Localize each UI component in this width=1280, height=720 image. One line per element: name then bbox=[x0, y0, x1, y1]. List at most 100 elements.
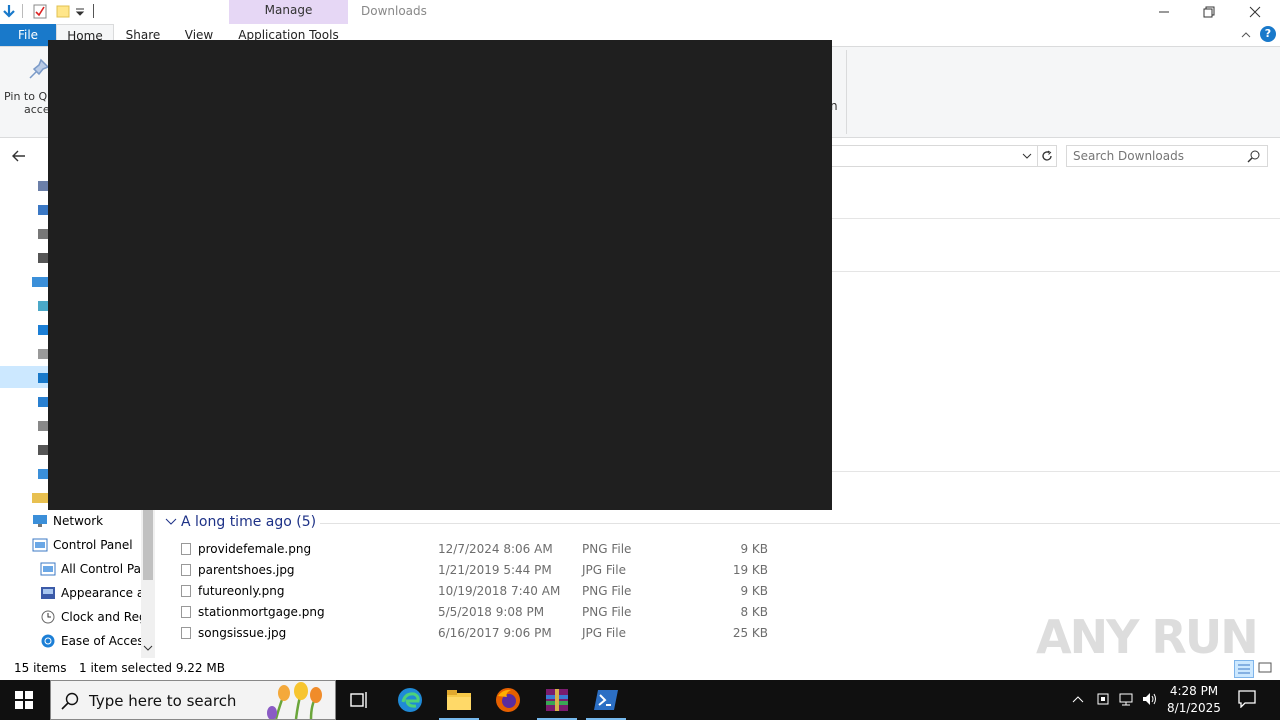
close-button[interactable] bbox=[1232, 0, 1278, 24]
nav-item-label: Clock and Regi bbox=[61, 610, 141, 624]
group-header-line bbox=[320, 523, 1280, 524]
appearance-icon bbox=[41, 587, 55, 599]
tulips-graphic-icon bbox=[267, 682, 322, 719]
file-size: 8 KB bbox=[740, 605, 768, 619]
pictures-icon bbox=[38, 421, 48, 431]
videos-icon bbox=[38, 445, 48, 455]
clock-date: 8/1/2025 bbox=[1167, 701, 1221, 715]
status-selection: 1 item selected 9.22 MB bbox=[79, 661, 225, 675]
file-row[interactable]: stationmortgage.png 5/5/2018 9:08 PM PNG… bbox=[178, 602, 778, 623]
nav-strip-icon bbox=[38, 229, 48, 239]
file-date: 10/19/2018 7:40 AM bbox=[438, 584, 561, 598]
file-type: JPG File bbox=[582, 563, 626, 577]
nav-item-label: Control Panel bbox=[53, 538, 133, 552]
details-view-icon bbox=[1238, 664, 1250, 674]
image-file-icon bbox=[181, 543, 191, 555]
image-file-icon bbox=[181, 606, 191, 618]
restore-button[interactable] bbox=[1186, 0, 1232, 24]
restore-icon bbox=[1203, 6, 1215, 18]
qat-separator bbox=[93, 4, 94, 18]
file-name: providefemale.png bbox=[198, 542, 312, 556]
edge-icon bbox=[398, 688, 422, 712]
nav-scrollbar-thumb[interactable] bbox=[143, 510, 153, 580]
show-hidden-icons-icon[interactable] bbox=[1072, 694, 1084, 704]
status-item-count: 15 items bbox=[14, 661, 67, 675]
status-bar: 15 items 1 item selected 9.22 MB bbox=[0, 658, 1280, 680]
image-file-icon bbox=[181, 627, 191, 639]
local-disk-icon bbox=[38, 469, 48, 479]
taskbar-clock[interactable]: 4:28 PM 8/1/2025 bbox=[1162, 683, 1226, 717]
nav-item-network[interactable]: Network bbox=[32, 510, 142, 532]
device-icon[interactable] bbox=[1096, 692, 1110, 706]
properties-icon[interactable] bbox=[33, 4, 47, 19]
search-box[interactable] bbox=[1066, 145, 1268, 167]
this-pc-icon bbox=[32, 277, 48, 287]
file-name: songsissue.jpg bbox=[198, 626, 287, 640]
winrar-taskbar-button[interactable] bbox=[533, 680, 581, 720]
window-title: Downloads bbox=[361, 4, 427, 18]
minimize-button[interactable] bbox=[1141, 0, 1187, 24]
file-row[interactable]: parentshoes.jpg 1/21/2019 5:44 PM JPG Fi… bbox=[178, 560, 778, 581]
nav-item-appearance[interactable]: Appearance an bbox=[40, 582, 141, 604]
new-folder-icon[interactable] bbox=[56, 4, 70, 18]
file-explorer-taskbar-button[interactable] bbox=[435, 680, 483, 720]
pin-icon[interactable] bbox=[28, 58, 50, 82]
file-row[interactable]: songsissue.jpg 6/16/2017 9:06 PM JPG Fil… bbox=[178, 623, 778, 644]
file-row[interactable]: futureonly.png 10/19/2018 7:40 AM PNG Fi… bbox=[178, 581, 778, 602]
group-header[interactable]: A long time ago (5) bbox=[165, 514, 316, 530]
large-icons-view-button[interactable] bbox=[1257, 660, 1275, 678]
file-name: futureonly.png bbox=[198, 584, 285, 598]
file-type: PNG File bbox=[582, 584, 632, 598]
nav-item-label: Ease of Access bbox=[61, 634, 141, 648]
windows-logo-icon bbox=[15, 691, 33, 709]
nav-item-control-panel[interactable]: Control Panel bbox=[32, 534, 142, 556]
minimize-icon bbox=[1159, 11, 1169, 13]
nav-item-all-control-panel[interactable]: All Control Par bbox=[40, 558, 141, 580]
details-view-button[interactable] bbox=[1234, 660, 1254, 678]
file-name: parentshoes.jpg bbox=[198, 563, 295, 577]
documents-icon bbox=[38, 349, 48, 359]
music-icon bbox=[38, 397, 48, 407]
network-status-icon[interactable] bbox=[1118, 692, 1134, 706]
group-header-label: A long time ago (5) bbox=[181, 514, 317, 530]
close-icon bbox=[1249, 6, 1261, 18]
folder-icon bbox=[447, 690, 471, 710]
nav-item-ease-of-access[interactable]: Ease of Access bbox=[40, 630, 141, 652]
pin-to-quick-access-label[interactable]: Pin to Q acce bbox=[4, 90, 52, 116]
task-view-button[interactable] bbox=[336, 680, 384, 720]
pin-label-line1: Pin to Q bbox=[4, 90, 48, 103]
nav-strip-icon bbox=[38, 253, 48, 263]
clock-time: 4:28 PM bbox=[1169, 684, 1219, 698]
refresh-button[interactable] bbox=[1037, 145, 1057, 167]
search-input[interactable] bbox=[1073, 149, 1243, 163]
image-file-icon bbox=[181, 585, 191, 597]
nav-item-label: Network bbox=[53, 514, 104, 528]
powershell-taskbar-button[interactable] bbox=[582, 680, 630, 720]
notifications-icon[interactable] bbox=[1238, 690, 1256, 708]
file-size: 9 KB bbox=[740, 584, 768, 598]
start-button[interactable] bbox=[0, 680, 48, 720]
dark-overlay-window bbox=[48, 40, 832, 510]
ribbon-separator bbox=[846, 50, 847, 134]
back-arrow-icon[interactable] bbox=[11, 149, 27, 163]
address-bar[interactable] bbox=[832, 145, 1038, 167]
control-panel-icon bbox=[40, 562, 56, 576]
customize-qat-icon[interactable] bbox=[75, 7, 85, 17]
help-icon[interactable]: ? bbox=[1260, 26, 1276, 42]
volume-icon[interactable] bbox=[1142, 692, 1158, 706]
chevron-down-icon[interactable] bbox=[1022, 152, 1032, 160]
collapse-ribbon-icon[interactable] bbox=[1240, 29, 1252, 39]
file-type: JPG File bbox=[582, 626, 626, 640]
search-icon bbox=[61, 692, 79, 710]
nav-strip-icon bbox=[38, 325, 48, 335]
task-view-icon bbox=[350, 692, 367, 708]
nav-item-clock-region[interactable]: Clock and Regi bbox=[40, 606, 141, 628]
taskbar-search-box[interactable]: Type here to search bbox=[50, 680, 336, 720]
large-icons-view-icon bbox=[1258, 662, 1272, 673]
watermark: ANY RUN bbox=[1036, 610, 1259, 664]
scroll-down-icon[interactable] bbox=[143, 644, 153, 652]
firefox-taskbar-button[interactable] bbox=[484, 680, 532, 720]
file-row[interactable]: providefemale.png 12/7/2024 8:06 AM PNG … bbox=[178, 539, 778, 560]
edge-taskbar-button[interactable] bbox=[386, 680, 434, 720]
nav-item-label: All Control Par bbox=[61, 562, 141, 576]
